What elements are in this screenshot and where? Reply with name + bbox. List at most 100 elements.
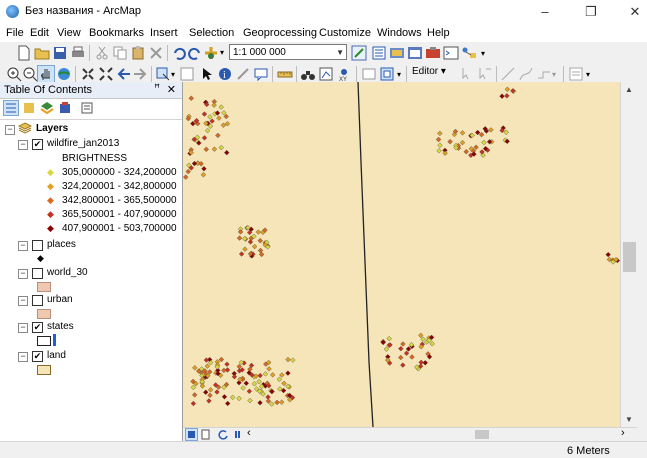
select-elements-arrow-icon[interactable] — [199, 66, 215, 82]
vertical-scroll-thumb[interactable] — [623, 242, 636, 272]
redo-icon[interactable] — [187, 45, 203, 61]
attributes-icon[interactable] — [568, 66, 584, 82]
map-horizontal-scrollbar[interactable]: ‹ › — [183, 427, 637, 441]
find-route-icon[interactable] — [318, 66, 334, 82]
urban-collapse-toggle[interactable]: − — [18, 296, 28, 306]
straight-segment-icon[interactable] — [500, 66, 516, 82]
states-collapse-toggle[interactable]: − — [18, 323, 28, 333]
full-extent-icon[interactable] — [56, 66, 72, 82]
urban-visibility-checkbox[interactable] — [32, 295, 43, 306]
select-dropdown-icon[interactable]: ▾ — [171, 70, 175, 79]
layer-name-states[interactable]: states — [47, 321, 74, 332]
map-scale-dropdown[interactable]: 1:1 000 000 ▼ — [229, 44, 347, 60]
map-vertical-scrollbar[interactable]: ▲ ▼ — [620, 82, 638, 427]
select-features-icon[interactable] — [155, 66, 171, 82]
forward-extent-icon[interactable] — [132, 66, 148, 82]
create-viewer-window-icon[interactable] — [379, 66, 395, 82]
map-display[interactable] — [183, 82, 620, 427]
paste-icon[interactable] — [130, 45, 146, 61]
layers-collapse-toggle[interactable]: − — [5, 125, 15, 135]
scroll-up-arrow-icon[interactable]: ▲ — [625, 85, 633, 94]
list-by-source-icon[interactable] — [22, 101, 36, 115]
pan-hand-icon[interactable] — [37, 65, 55, 83]
menu-selection[interactable]: Selection — [189, 27, 234, 39]
clear-selection-icon[interactable] — [179, 66, 195, 82]
menu-windows[interactable]: Windows — [377, 27, 422, 39]
arctoolbox-icon[interactable] — [425, 45, 441, 61]
cut-icon[interactable] — [94, 45, 110, 61]
world30-collapse-toggle[interactable]: − — [18, 269, 28, 279]
tools-toolbar-options-icon[interactable]: ▾ — [397, 70, 401, 79]
menu-bookmarks[interactable]: Bookmarks — [89, 27, 144, 39]
auto-hide-pin-icon[interactable]: ꟸ — [154, 83, 160, 94]
list-by-selection-icon[interactable] — [58, 101, 72, 115]
undo-icon[interactable] — [171, 45, 187, 61]
land-collapse-toggle[interactable]: − — [18, 352, 28, 362]
edit-tool-icon[interactable] — [458, 66, 474, 82]
list-by-drawing-order-icon[interactable] — [3, 100, 19, 116]
toc-options-icon[interactable] — [80, 101, 94, 115]
places-visibility-checkbox[interactable] — [32, 240, 43, 251]
edit-vertices-icon[interactable] — [536, 66, 552, 82]
places-collapse-toggle[interactable]: − — [18, 241, 28, 251]
toc-close-icon[interactable]: ✕ — [167, 83, 176, 96]
open-folder-icon[interactable] — [34, 45, 50, 61]
menu-customize[interactable]: Customize — [319, 27, 371, 39]
add-data-dropdown-icon[interactable]: ▾ — [220, 48, 224, 57]
toolbar-options-icon[interactable]: ▾ — [481, 49, 485, 58]
layer-name-world-30[interactable]: world_30 — [47, 267, 88, 278]
close-button[interactable]: ✕ — [620, 2, 647, 22]
model-builder-icon[interactable] — [461, 45, 477, 61]
states-visibility-checkbox[interactable]: ✔ — [32, 322, 43, 333]
catalog-icon[interactable] — [389, 45, 405, 61]
refresh-view-icon[interactable] — [218, 429, 229, 440]
menu-file[interactable]: File — [6, 27, 24, 39]
edit-annotation-icon[interactable] — [476, 66, 492, 82]
world30-visibility-checkbox[interactable] — [32, 268, 43, 279]
python-window-icon[interactable] — [443, 45, 459, 61]
layer-name-land[interactable]: land — [47, 350, 66, 361]
editor-menu-button[interactable]: Editor ▾ — [412, 66, 446, 77]
menu-view[interactable]: View — [57, 27, 81, 39]
scroll-right-arrow-icon[interactable]: › — [621, 427, 625, 439]
menu-edit[interactable]: Edit — [30, 27, 49, 39]
measure-icon[interactable] — [277, 66, 293, 82]
editor-toolbar-options-icon[interactable]: ▾ — [586, 70, 590, 79]
data-view-icon[interactable] — [185, 428, 198, 441]
trace-icon[interactable] — [518, 66, 534, 82]
delete-icon[interactable] — [148, 45, 164, 61]
save-icon[interactable] — [52, 45, 68, 61]
horizontal-scroll-thumb[interactable] — [475, 430, 489, 439]
pause-drawing-icon[interactable] — [232, 429, 243, 440]
copy-icon[interactable] — [112, 45, 128, 61]
scroll-left-arrow-icon[interactable]: ‹ — [247, 427, 251, 439]
maximize-button[interactable]: ❐ — [576, 2, 606, 22]
hyperlink-icon[interactable] — [235, 66, 251, 82]
menu-geoprocessing[interactable]: Geoprocessing — [243, 27, 317, 39]
add-data-icon[interactable] — [203, 45, 219, 61]
find-binoculars-icon[interactable] — [300, 66, 316, 82]
go-to-xy-icon[interactable]: XY — [336, 66, 352, 82]
wildfire-visibility-checkbox[interactable]: ✔ — [32, 139, 43, 150]
layer-name-wildfire[interactable]: wildfire_jan2013 — [47, 138, 119, 149]
html-popup-icon[interactable] — [253, 66, 269, 82]
wildfire-collapse-toggle[interactable]: − — [18, 140, 28, 150]
land-visibility-checkbox[interactable]: ✔ — [32, 351, 43, 362]
identify-icon[interactable]: i — [217, 66, 233, 82]
fixed-zoom-in-icon[interactable] — [80, 66, 96, 82]
zoom-out-icon[interactable] — [22, 66, 38, 82]
map-canvas[interactable] — [183, 82, 620, 427]
back-extent-icon[interactable] — [116, 66, 132, 82]
layers-root-label[interactable]: Layers — [36, 123, 68, 134]
menu-help[interactable]: Help — [427, 27, 450, 39]
time-slider-icon[interactable] — [361, 66, 377, 82]
editor-toolbar-icon[interactable] — [351, 45, 367, 61]
print-icon[interactable] — [70, 45, 86, 61]
table-of-contents-icon[interactable] — [371, 45, 387, 61]
search-window-icon[interactable] — [407, 45, 423, 61]
layout-view-icon[interactable] — [200, 429, 211, 440]
layer-name-places[interactable]: places — [47, 239, 76, 250]
new-document-icon[interactable] — [16, 45, 32, 61]
vertex-dropdown-icon[interactable]: ▾ — [552, 70, 556, 79]
list-by-visibility-icon[interactable] — [40, 101, 54, 115]
